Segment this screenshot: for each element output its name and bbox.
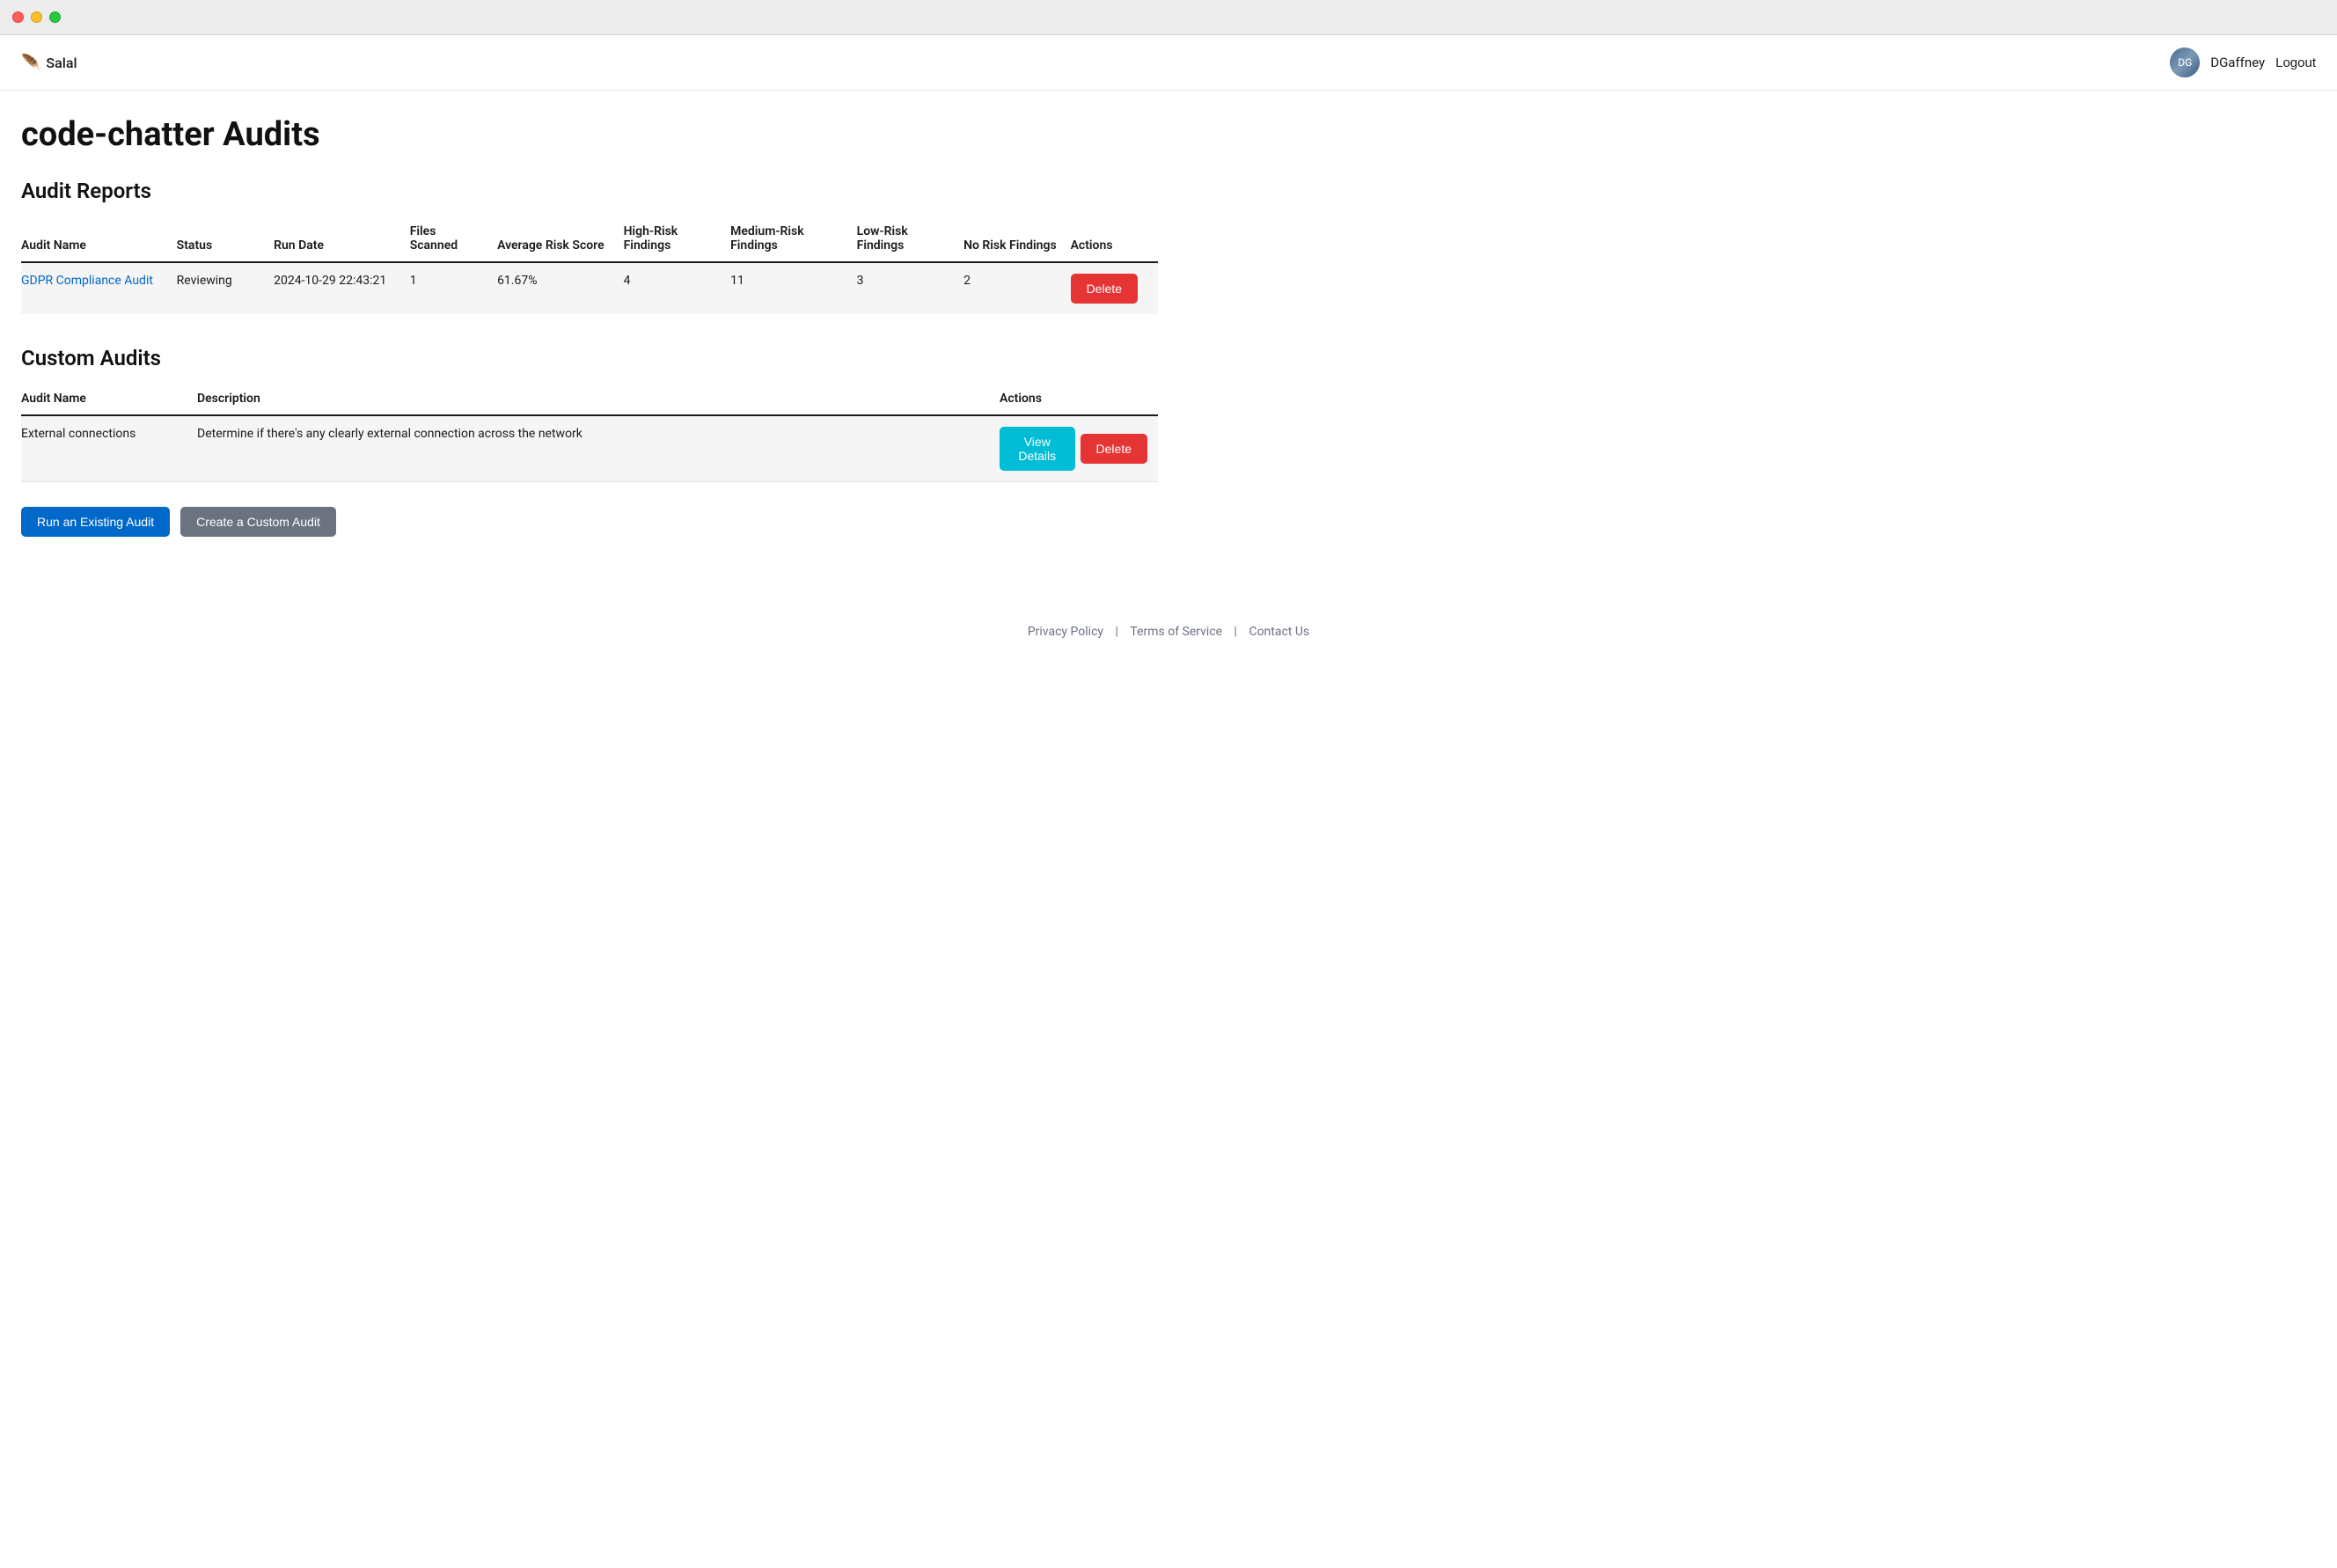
th-custom-description: Description — [197, 385, 1000, 415]
logout-button[interactable]: Logout — [2275, 55, 2316, 70]
custom-audits-title: Custom Audits — [21, 346, 1158, 370]
audit-reports-table: Audit Name Status Run Date Files Scanned… — [21, 217, 1158, 314]
custom-audit-desc-cell: Determine if there's any clearly externa… — [197, 415, 1000, 482]
action-buttons: View Details Delete — [1000, 427, 1147, 471]
window-chrome — [0, 0, 2337, 35]
custom-audits-table-wrapper: Audit Name Description Actions External … — [21, 385, 1158, 482]
username-label: DGaffney — [2210, 55, 2265, 70]
custom-audits-thead: Audit Name Description Actions — [21, 385, 1158, 415]
footer-separator: | — [1112, 625, 1121, 639]
custom-audits-table: Audit Name Description Actions External … — [21, 385, 1158, 482]
footer-link-terms-of-service[interactable]: Terms of Service — [1130, 625, 1222, 639]
run-date-cell: 2024-10-29 22:43:21 — [274, 262, 410, 314]
delete-custom-audit-button[interactable]: Delete — [1081, 434, 1147, 464]
custom-audit-row: External connections Determine if there'… — [21, 415, 1158, 482]
th-custom-audit-name: Audit Name — [21, 385, 197, 415]
th-no-risk: No Risk Findings — [963, 217, 1070, 262]
th-run-date: Run Date — [274, 217, 410, 262]
audit-reports-section: Audit Reports Audit Name Status Run Date… — [21, 179, 1158, 314]
audit-reports-title: Audit Reports — [21, 179, 1158, 203]
custom-audit-actions-cell: View Details Delete — [1000, 415, 1158, 482]
files-scanned-cell: 1 — [410, 262, 497, 314]
th-custom-actions: Actions — [1000, 385, 1158, 415]
maximize-button[interactable] — [49, 11, 61, 23]
logo-text: Salal — [46, 55, 77, 71]
th-medium-risk: Medium-Risk Findings — [730, 217, 857, 262]
footer-link-privacy-policy[interactable]: Privacy Policy — [1028, 625, 1103, 639]
footer-links: Privacy Policy | Terms of Service | Cont… — [1028, 625, 1309, 639]
logo: 🪶 Salal — [21, 54, 77, 72]
low-risk-cell: 3 — [857, 262, 963, 314]
avatar: DG — [2170, 48, 2200, 77]
footer-actions: Run an Existing Audit Create a Custom Au… — [21, 507, 1158, 537]
create-custom-audit-button[interactable]: Create a Custom Audit — [180, 507, 336, 537]
footer-separator: | — [1231, 625, 1240, 639]
header-right: DG DGaffney Logout — [2170, 48, 2316, 77]
th-actions: Actions — [1071, 217, 1158, 262]
audit-name-cell: GDPR Compliance Audit — [21, 262, 177, 314]
avg-risk-score-cell: 61.67% — [497, 262, 624, 314]
th-audit-name: Audit Name — [21, 217, 177, 262]
audit-name-link[interactable]: GDPR Compliance Audit — [21, 274, 153, 288]
footer-link-contact-us[interactable]: Contact Us — [1249, 625, 1309, 639]
audit-reports-table-wrapper: Audit Name Status Run Date Files Scanned… — [21, 217, 1158, 314]
page-title: code-chatter Audits — [21, 115, 1158, 154]
custom-audits-tbody: External connections Determine if there'… — [21, 415, 1158, 482]
th-files-scanned: Files Scanned — [410, 217, 497, 262]
th-status: Status — [177, 217, 274, 262]
status-cell: Reviewing — [177, 262, 274, 314]
no-risk-cell: 2 — [963, 262, 1070, 314]
header: 🪶 Salal DG DGaffney Logout — [0, 35, 2337, 91]
custom-audits-header-row: Audit Name Description Actions — [21, 385, 1158, 415]
audit-reports-thead: Audit Name Status Run Date Files Scanned… — [21, 217, 1158, 262]
delete-audit-button[interactable]: Delete — [1071, 274, 1138, 304]
custom-audits-section: Custom Audits Audit Name Description Act… — [21, 346, 1158, 482]
th-low-risk: Low-Risk Findings — [857, 217, 963, 262]
avatar-image: DG — [2170, 48, 2200, 77]
audit-reports-tbody: GDPR Compliance Audit Reviewing 2024-10-… — [21, 262, 1158, 314]
high-risk-cell: 4 — [624, 262, 730, 314]
audit-report-row: GDPR Compliance Audit Reviewing 2024-10-… — [21, 262, 1158, 314]
medium-risk-cell: 11 — [730, 262, 857, 314]
view-details-button[interactable]: View Details — [1000, 427, 1075, 471]
th-avg-risk-score: Average Risk Score — [497, 217, 624, 262]
minimize-button[interactable] — [31, 11, 42, 23]
actions-cell: Delete — [1071, 262, 1158, 314]
custom-audit-name-cell: External connections — [21, 415, 197, 482]
th-high-risk: High-Risk Findings — [624, 217, 730, 262]
footer: Privacy Policy | Terms of Service | Cont… — [0, 607, 2337, 665]
main-content: code-chatter Audits Audit Reports Audit … — [0, 91, 1179, 607]
run-existing-audit-button[interactable]: Run an Existing Audit — [21, 507, 170, 537]
close-button[interactable] — [12, 11, 24, 23]
audit-reports-header-row: Audit Name Status Run Date Files Scanned… — [21, 217, 1158, 262]
logo-icon: 🪶 — [21, 54, 40, 72]
